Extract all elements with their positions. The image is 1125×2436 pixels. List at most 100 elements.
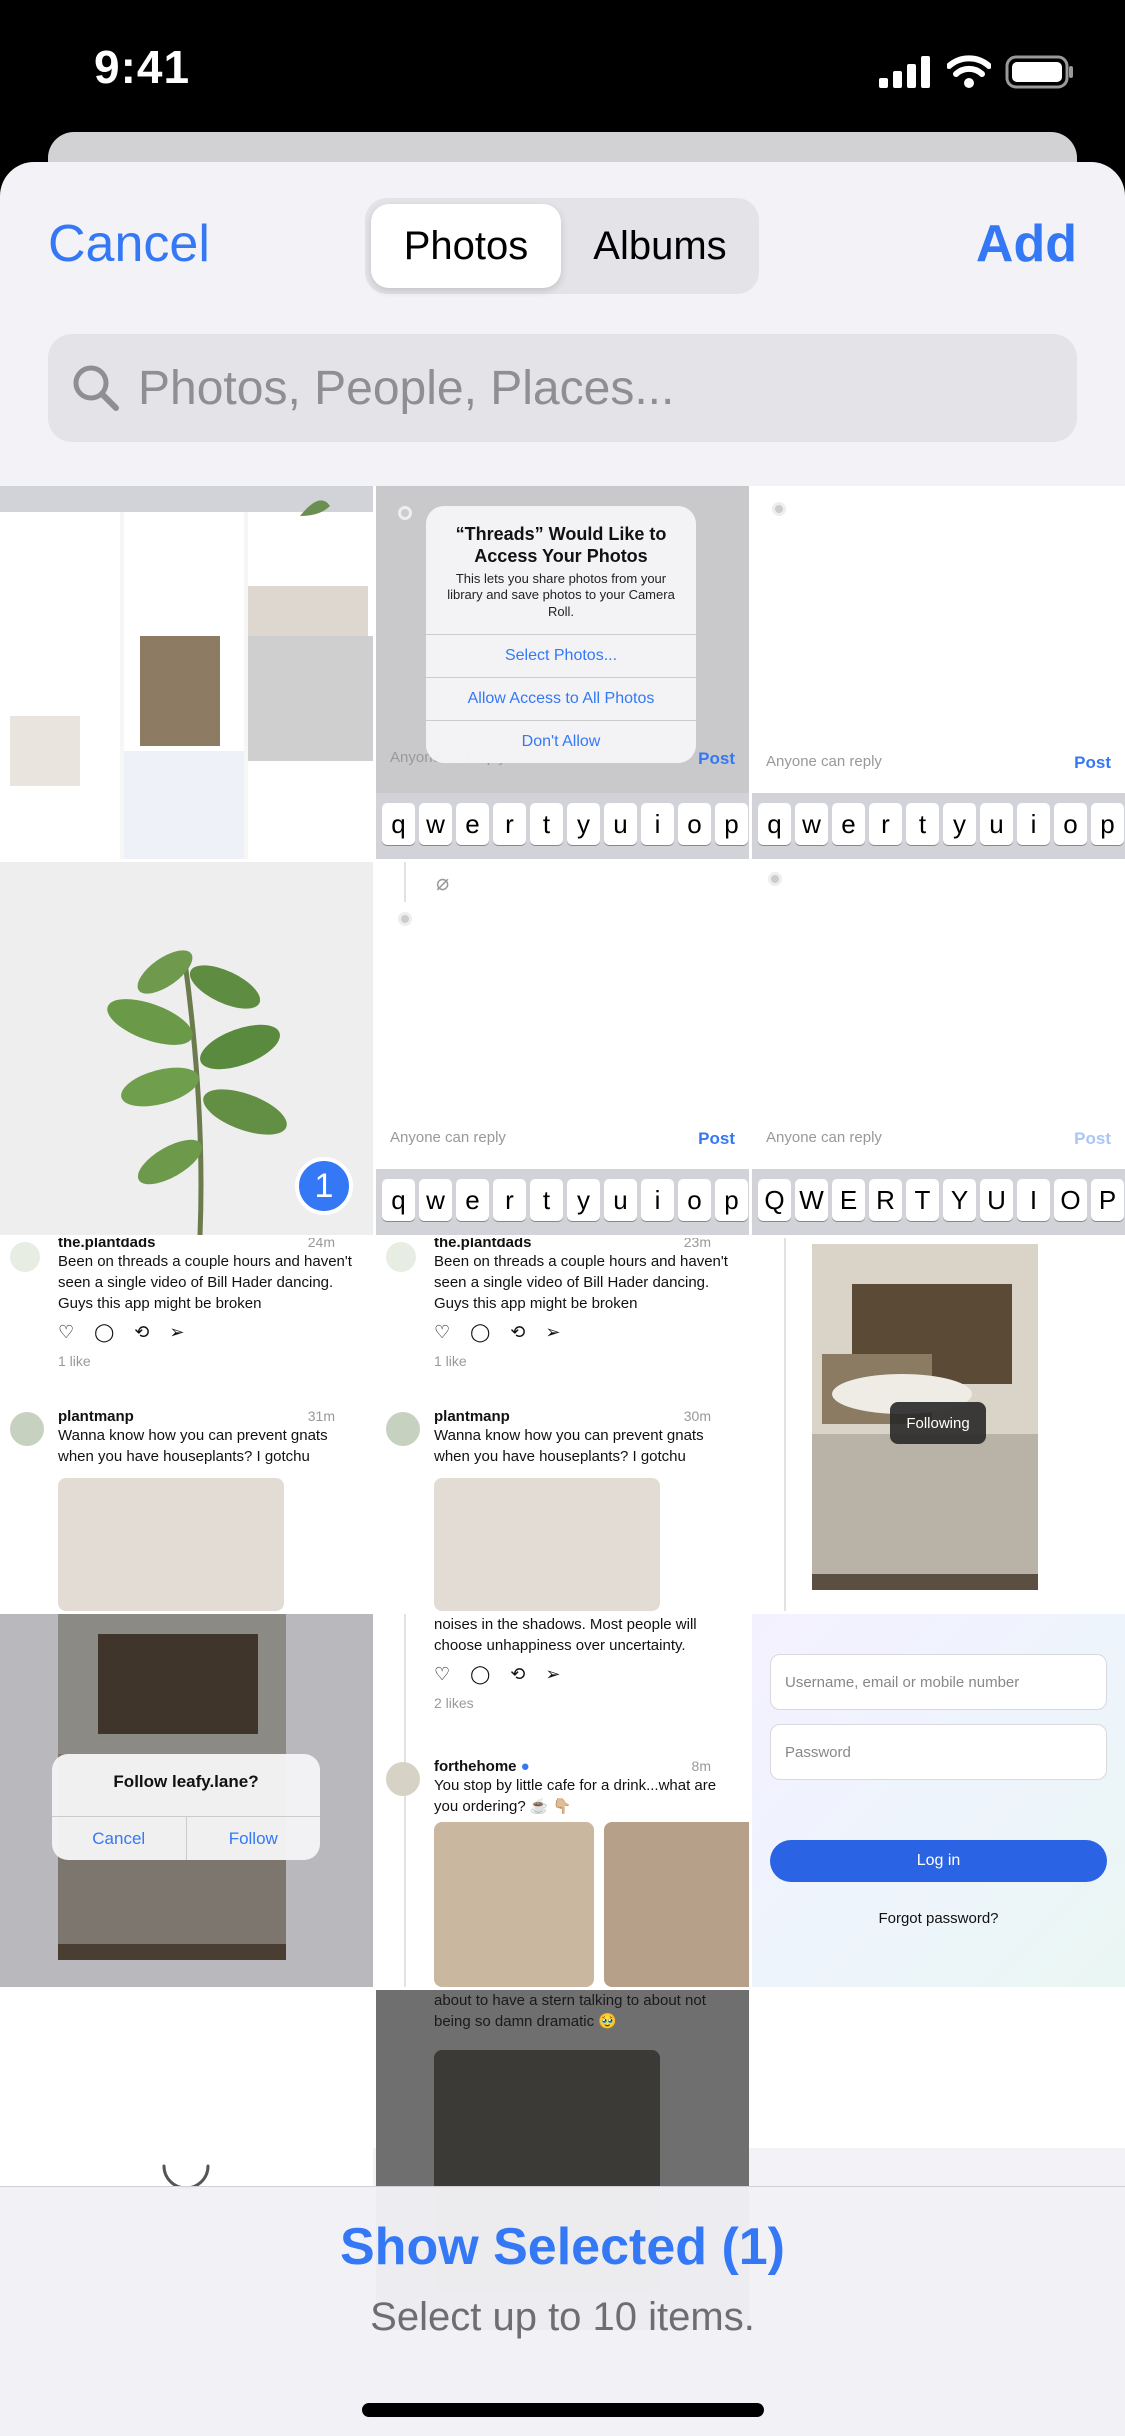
post-actions: ♡ ◯ ⟲ ➢ xyxy=(58,1322,363,1343)
post-item: noises in the shadows. Most people will … xyxy=(434,1614,739,1711)
compose-dot xyxy=(398,506,412,520)
post-item: the.plantdads 23m Been on threads a coup… xyxy=(434,1238,739,1369)
username-field: Username, email or mobile number xyxy=(770,1654,1107,1710)
key: e xyxy=(832,803,865,845)
key: I xyxy=(1017,1179,1050,1221)
thread-line xyxy=(784,1238,786,1611)
home-indicator[interactable] xyxy=(362,2403,764,2417)
key: o xyxy=(678,1179,711,1221)
reply-label: Anyone can reply xyxy=(390,1129,506,1146)
alert-button: Select Photos... xyxy=(426,633,696,677)
key: t xyxy=(530,1179,563,1221)
key: t xyxy=(906,803,939,845)
post-image xyxy=(434,1478,660,1611)
photo-picker-sheet: Cancel Photos Albums Add Photos, People,… xyxy=(0,162,1125,2436)
repost-icon: ⟲ xyxy=(134,1322,150,1342)
compose-dot xyxy=(398,912,412,926)
key: R xyxy=(869,1179,902,1221)
key: y xyxy=(943,803,976,845)
key: U xyxy=(980,1179,1013,1221)
permission-alert: “Threads” Would Like to Access Your Phot… xyxy=(426,506,696,763)
photo-thumbnail[interactable] xyxy=(0,486,373,859)
thread-line xyxy=(404,862,406,902)
photo-thumbnail[interactable]: Anyone can reply Post q w e r t y u i o … xyxy=(376,486,749,859)
keyboard-row: q w e r t y u i o p xyxy=(382,1179,748,1221)
keyboard: q w e r t y u i o p xyxy=(752,793,1125,859)
comment-icon: ◯ xyxy=(94,1322,115,1342)
post-text: You stop by little cafe for a drink...wh… xyxy=(434,1777,717,1815)
status-bar: 9:41 xyxy=(0,0,1125,140)
alert-cancel: Cancel xyxy=(92,1828,146,1848)
post-time: 8m xyxy=(691,1758,711,1774)
key: r xyxy=(493,1179,526,1221)
status-icons xyxy=(879,52,1075,92)
alert-title: Follow leafy.lane? xyxy=(113,1772,259,1791)
post-text: about to have a stern talking to about n… xyxy=(434,1992,706,2030)
post-label: Post xyxy=(698,749,735,768)
key: q xyxy=(758,803,791,845)
photo-thumbnail[interactable]: the.plantdads 24m Been on threads a coup… xyxy=(0,1238,373,1611)
photo-thumbnail[interactable]: Following xyxy=(752,1238,1125,1611)
alert-buttons: Cancel Follow xyxy=(52,1816,320,1860)
photo-thumbnail[interactable]: Anyone can reply Post q w e r t y u i o … xyxy=(752,486,1125,859)
post-text: Been on threads a couple hours and haven… xyxy=(434,1253,728,1312)
search-icon xyxy=(73,365,119,411)
keyboard: q w e r t y u i o p xyxy=(376,1169,749,1235)
key: u xyxy=(980,803,1013,845)
reply-label: Anyone can reply xyxy=(766,753,882,770)
key: e xyxy=(456,803,489,845)
key: Y xyxy=(943,1179,976,1221)
post-item: plantmanp 31m Wanna know how you can pre… xyxy=(58,1408,363,1467)
post-time: 30m xyxy=(683,1408,711,1424)
show-selected-button[interactable]: Show Selected (1) xyxy=(0,2217,1125,2277)
share-icon: ➢ xyxy=(169,1322,185,1342)
post-text: Wanna know how you can prevent gnats whe… xyxy=(434,1427,704,1465)
alert-message: This lets you share photos from your lib… xyxy=(447,571,675,619)
keyboard-row: q w e r t y u i o p xyxy=(758,803,1124,845)
post-actions: ♡ ◯ ⟲ ➢ xyxy=(434,1664,739,1685)
screenshot-collage xyxy=(0,486,373,859)
tab-photos[interactable]: Photos xyxy=(371,204,561,288)
key: r xyxy=(493,803,526,845)
keyboard: Q W E R T Y U I O P xyxy=(752,1169,1125,1235)
key: O xyxy=(1054,1179,1087,1221)
avatar xyxy=(386,1412,420,1446)
post-actions: ♡ ◯ ⟲ ➢ xyxy=(434,1322,739,1343)
avatar xyxy=(386,1242,416,1272)
photo-thumbnail[interactable]: ⌀ Anyone can reply Post q w e r t y u i … xyxy=(376,862,749,1235)
key: w xyxy=(419,1179,452,1221)
post-time: 23m xyxy=(683,1238,711,1250)
photo-thumbnail[interactable]: Follow leafy.lane? Cancel Follow xyxy=(0,1614,373,1987)
key: i xyxy=(641,803,674,845)
key: p xyxy=(1091,803,1124,845)
photo-thumbnail[interactable]: Username, email or mobile number Passwor… xyxy=(752,1614,1125,1987)
post-item: plantmanp 30m Wanna know how you can pre… xyxy=(434,1408,739,1467)
search-input[interactable] xyxy=(138,334,1038,442)
alert-title: “Threads” Would Like to Access Your Phot… xyxy=(455,524,667,566)
post-text: Been on threads a couple hours and haven… xyxy=(58,1253,352,1312)
cancel-button[interactable]: Cancel xyxy=(48,214,210,274)
photo-thumbnail-selected[interactable]: 1 xyxy=(0,862,373,1235)
repost-icon: ⟲ xyxy=(510,1664,526,1684)
search-bar[interactable] xyxy=(48,334,1077,442)
reply-bar: Anyone can reply Post xyxy=(766,1129,1111,1149)
key: i xyxy=(641,1179,674,1221)
share-icon: ➢ xyxy=(545,1322,561,1342)
key: e xyxy=(456,1179,489,1221)
photo-thumbnail[interactable]: noises in the shadows. Most people will … xyxy=(376,1614,749,1987)
key: u xyxy=(604,803,637,845)
alert-button: Allow Access to All Photos xyxy=(426,676,696,720)
reply-label: Anyone can reply xyxy=(766,1129,882,1146)
photo-thumbnail[interactable]: the.plantdads 23m Been on threads a coup… xyxy=(376,1238,749,1611)
selection-badge: 1 xyxy=(295,1157,353,1215)
post-item: forthehome ● 8m You stop by little cafe … xyxy=(434,1758,739,1817)
photo-thumbnail[interactable]: Anyone can reply Post Q W E R T Y U I O … xyxy=(752,862,1125,1235)
add-button[interactable]: Add xyxy=(976,214,1077,274)
alert-button: Don't Allow xyxy=(426,719,696,763)
tab-albums[interactable]: Albums xyxy=(565,204,755,288)
post-label: Post xyxy=(698,1129,735,1148)
heart-icon: ♡ xyxy=(434,1322,451,1342)
key: o xyxy=(678,803,711,845)
avatar xyxy=(10,1242,40,1272)
following-toast: Following xyxy=(890,1402,986,1444)
